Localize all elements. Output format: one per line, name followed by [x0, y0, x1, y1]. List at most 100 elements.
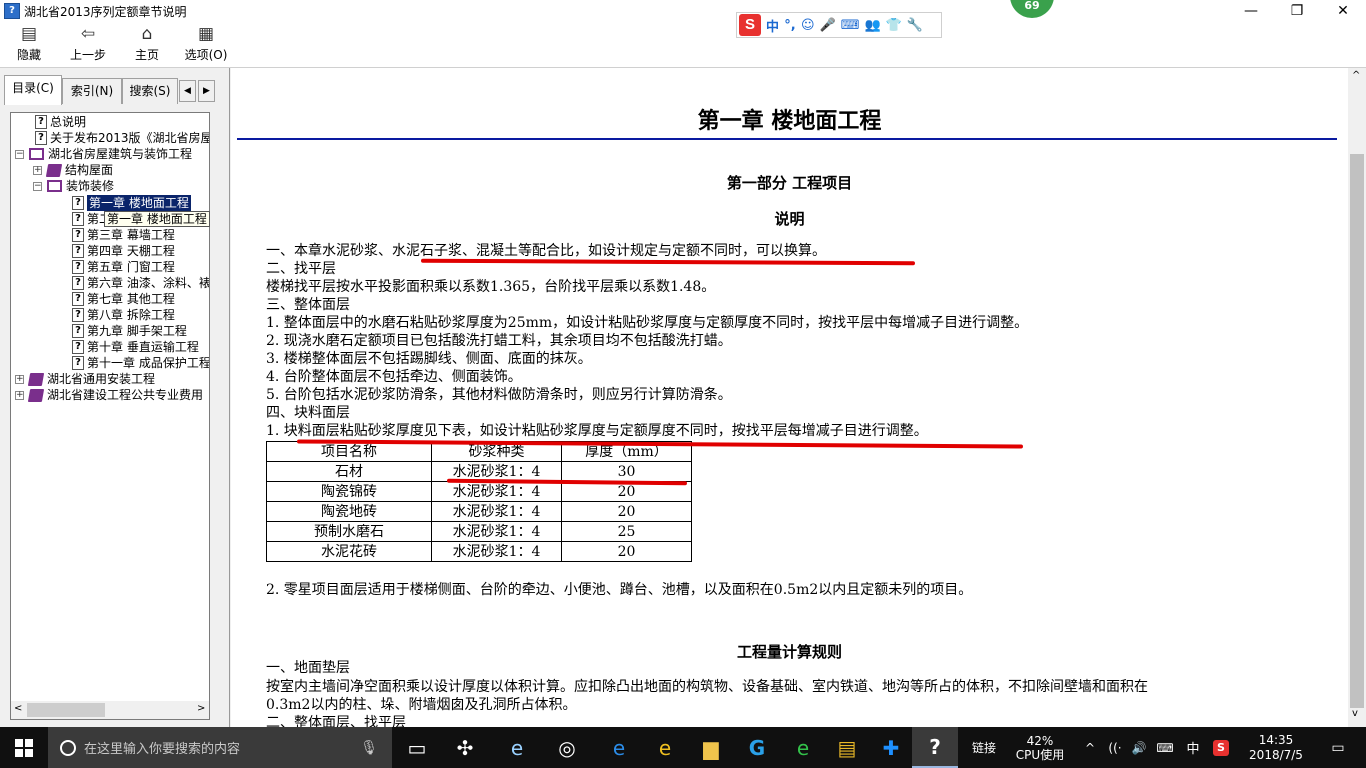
scroll-down-icon[interactable]: v — [1352, 708, 1358, 719]
table-cell: 20 — [561, 541, 692, 562]
tree-item[interactable]: ? 关于发布2013版《湖北省房屋 — [35, 130, 209, 146]
360-browser-icon[interactable]: e — [780, 727, 826, 768]
edge-browser-icon[interactable]: e — [596, 727, 642, 768]
tab-scroll-right-icon[interactable]: ▶ — [198, 80, 215, 102]
glodon-app-icon[interactable]: G — [734, 727, 780, 768]
notes-app-icon[interactable]: ▤ — [824, 727, 870, 768]
table-cell: 25 — [561, 521, 692, 542]
tree-item-selected[interactable]: ? 第一章 楼地面工程 — [72, 195, 191, 211]
tree-item[interactable]: − 湖北省房屋建筑与装饰工程 — [15, 146, 192, 162]
tree-item[interactable]: + 结构屋面 — [33, 162, 113, 178]
spiral-app-icon[interactable]: ◎ — [544, 727, 590, 768]
options-button[interactable]: ▦ 选项(O) — [182, 24, 230, 66]
task-view-icon[interactable]: ▭ — [394, 727, 440, 768]
plus-app-icon[interactable]: ✚ — [868, 727, 914, 768]
volume-icon[interactable]: 🔊 — [1128, 727, 1150, 768]
toolbar: ▤ 隐藏 ⇦ 上一步 ⌂ 主页 ▦ 选项(O) — [0, 22, 1366, 68]
pinwheel-app-icon[interactable]: ✣ — [442, 727, 488, 768]
tree-item[interactable]: ? 第六章 油漆、涂料、裱糊工程 — [72, 275, 209, 291]
start-button[interactable] — [0, 727, 48, 768]
tab-scroll-left-icon[interactable]: ◀ — [179, 80, 196, 102]
ime-users-icon[interactable]: 👥 — [865, 18, 881, 33]
content-vertical-scrollbar[interactable]: ^ v — [1348, 68, 1366, 727]
clock-time: 14:35 — [1258, 732, 1294, 747]
tree-item[interactable]: ? 第十章 垂直运输工程 — [72, 339, 199, 355]
minimize-button[interactable]: — — [1228, 0, 1274, 22]
collapse-icon[interactable]: − — [33, 181, 42, 191]
tree-item[interactable]: ? 第七章 其他工程 — [72, 291, 175, 307]
ie-browser-icon[interactable]: e — [494, 727, 540, 768]
tree-horizontal-scrollbar[interactable]: < > — [11, 701, 209, 719]
tree-item[interactable]: ? 第三章 幕墙工程 — [72, 227, 175, 243]
microphone-icon[interactable]: 🎙 — [360, 740, 378, 756]
tab-search[interactable]: 搜索(S) — [122, 78, 178, 104]
help-topic-icon: ? — [72, 276, 84, 290]
tree-item[interactable]: ? 第五章 门窗工程 — [72, 259, 175, 275]
tab-index[interactable]: 索引(N) — [62, 78, 122, 104]
ime-skin-icon[interactable]: 👕 — [886, 18, 902, 33]
cpu-usage-indicator[interactable]: 42% CPU使用 — [1008, 727, 1072, 768]
search-placeholder: 在这里输入你要搜索的内容 — [84, 742, 241, 757]
ime-punctuation-icon[interactable]: °, — [784, 18, 796, 33]
expand-icon[interactable]: + — [15, 390, 24, 400]
part-title: 第一部分 工程项目 — [726, 174, 853, 192]
tree-item[interactable]: − 装饰装修 — [33, 178, 114, 194]
mortar-thickness-table: 项目名称 砂浆种类 厚度（mm） 石材 水泥砂浆1：4 30 陶瓷锦砖 水泥砂浆… — [266, 441, 692, 562]
home-button[interactable]: ⌂ 主页 — [128, 24, 166, 66]
ime-chinese-mode[interactable]: 中 — [766, 16, 779, 35]
sogou-tray-icon[interactable]: S — [1210, 727, 1232, 768]
sogou-logo-icon[interactable]: S — [739, 14, 761, 36]
cortana-icon — [60, 739, 76, 756]
pane-splitter[interactable] — [224, 68, 230, 727]
taskbar-search[interactable]: 在这里输入你要搜索的内容 🎙 — [48, 727, 392, 768]
scroll-up-icon[interactable]: ^ — [1352, 70, 1360, 81]
scrollbar-thumb[interactable] — [1350, 154, 1364, 708]
file-explorer-icon[interactable]: ▆ — [688, 727, 734, 768]
notification-center-icon[interactable]: ▭ — [1318, 727, 1358, 768]
ime-keyboard-icon[interactable]: ⌨ — [841, 18, 860, 33]
scroll-left-icon[interactable]: < — [14, 703, 22, 714]
help-topic-icon: ? — [35, 131, 47, 145]
table-cell: 水泥砂浆1：4 — [431, 501, 562, 522]
title-divider — [237, 138, 1337, 140]
paragraph: 2. 零星项目面层适用于楼梯侧面、台阶的牵边、小便池、蹲台、池槽，以及面积在0.… — [266, 582, 973, 598]
ime-tools-icon[interactable]: 🔧 — [907, 18, 923, 33]
tree-item[interactable]: ? 第十一章 成品保护工程 — [72, 355, 209, 371]
ime-emoji-icon[interactable]: ☺ — [801, 18, 815, 33]
paragraph: 二、整体面层、找平层 — [266, 715, 406, 727]
expand-icon[interactable]: + — [33, 165, 42, 175]
keyboard-icon[interactable]: ⌨ — [1152, 727, 1178, 768]
tab-contents[interactable]: 目录(C) — [4, 75, 62, 105]
show-hidden-icons-icon[interactable]: ^ — [1080, 727, 1100, 768]
tree-item[interactable]: + 湖北省建设工程公共专业费用 — [15, 387, 203, 403]
tree-item[interactable]: + 湖北省通用安装工程 — [15, 371, 155, 387]
tree-item[interactable]: ? 总说明 — [35, 114, 86, 130]
network-icon[interactable]: ((· — [1104, 727, 1126, 768]
scrollbar-thumb[interactable] — [27, 703, 105, 717]
table-row: 陶瓷地砖 水泥砂浆1：4 20 — [266, 501, 692, 522]
tree-item[interactable]: ? 第九章 脚手架工程 — [72, 323, 187, 339]
ime-voice-icon[interactable]: 🎤 — [820, 18, 836, 33]
restore-button[interactable]: ❐ — [1274, 0, 1320, 22]
collapse-icon[interactable]: − — [15, 149, 24, 159]
ie-yellow-icon[interactable]: e — [642, 727, 688, 768]
hide-button[interactable]: ▤ 隐藏 — [8, 24, 50, 66]
back-button[interactable]: ⇦ 上一步 — [66, 24, 110, 66]
links-toolbar[interactable]: 链接 — [962, 727, 1006, 768]
tree-item[interactable]: ? 第八章 拆除工程 — [72, 307, 175, 323]
ime-language-indicator[interactable]: 中 — [1182, 727, 1204, 768]
table-cell: 陶瓷地砖 — [266, 501, 432, 522]
expand-icon[interactable]: + — [15, 374, 24, 384]
table-cell: 石材 — [266, 461, 432, 482]
scroll-right-icon[interactable]: > — [197, 703, 205, 714]
table-cell: 20 — [561, 501, 692, 522]
help-viewer-task-icon[interactable]: ? — [912, 727, 958, 768]
tree-item[interactable]: ? 第四章 天棚工程 — [72, 243, 175, 259]
help-topic-icon: ? — [72, 356, 84, 370]
windows-taskbar: 在这里输入你要搜索的内容 🎙 ▭ ✣ e ◎ e e ▆ G e ▤ ✚ ? 链… — [0, 727, 1366, 768]
paragraph: 3. 楼梯整体面层不包括踢脚线、侧面、底面的抹灰。 — [266, 351, 592, 367]
close-button[interactable]: ✕ — [1320, 0, 1366, 22]
clock[interactable]: 14:35 2018/7/5 — [1238, 727, 1314, 768]
windows-logo-icon — [15, 738, 33, 757]
paragraph: 1. 整体面层中的水磨石粘贴砂浆厚度为25mm，如设计粘贴砂浆厚度与定额厚度不同… — [266, 315, 1029, 331]
